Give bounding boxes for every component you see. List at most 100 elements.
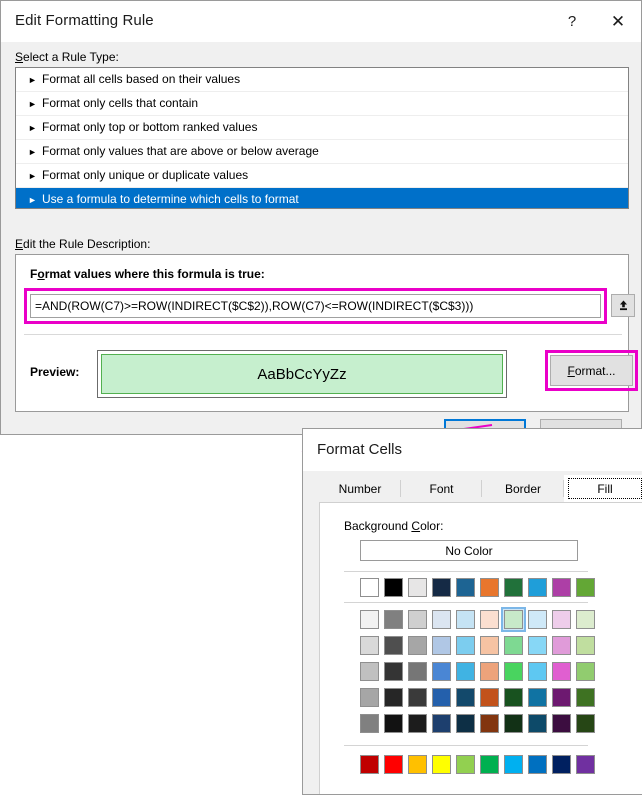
- tint-color-swatch[interactable]: [504, 714, 523, 733]
- standard-color-swatch[interactable]: [456, 755, 475, 774]
- bullet-arrow-icon: ►: [28, 69, 42, 92]
- close-icon[interactable]: ✕: [595, 1, 641, 42]
- standard-color-swatch[interactable]: [408, 755, 427, 774]
- tab-fill[interactable]: Fill: [564, 475, 642, 502]
- tint-color-swatch[interactable]: [528, 636, 547, 655]
- tint-color-swatch[interactable]: [432, 610, 451, 629]
- tint-color-swatch[interactable]: [384, 610, 403, 629]
- tint-color-swatch[interactable]: [360, 610, 379, 629]
- tint-color-swatch[interactable]: [552, 662, 571, 681]
- standard-color-swatch[interactable]: [480, 755, 499, 774]
- rule-type-item[interactable]: ►Format only unique or duplicate values: [16, 164, 628, 188]
- standard-color-swatch[interactable]: [432, 755, 451, 774]
- tint-color-swatch[interactable]: [456, 688, 475, 707]
- formula-label-rest: rmat values where this formula is true:: [45, 267, 265, 281]
- tint-color-swatch[interactable]: [552, 688, 571, 707]
- tint-color-swatch[interactable]: [456, 636, 475, 655]
- theme-color-swatch[interactable]: [456, 578, 475, 597]
- theme-color-swatch[interactable]: [360, 578, 379, 597]
- tint-color-swatch[interactable]: [552, 714, 571, 733]
- preview-label: Preview:: [30, 365, 79, 379]
- standard-color-swatch[interactable]: [384, 755, 403, 774]
- rule-type-item-selected[interactable]: ►Use a formula to determine which cells …: [16, 188, 628, 209]
- tint-color-swatch[interactable]: [432, 636, 451, 655]
- tint-color-swatch[interactable]: [408, 688, 427, 707]
- tint-color-swatch[interactable]: [432, 714, 451, 733]
- formula-input[interactable]: [30, 294, 601, 318]
- tint-color-swatch[interactable]: [552, 610, 571, 629]
- bullet-arrow-icon: ►: [28, 117, 42, 140]
- tint-color-swatch[interactable]: [576, 714, 595, 733]
- standard-color-swatch[interactable]: [360, 755, 379, 774]
- tint-color-swatch[interactable]: [384, 714, 403, 733]
- preview-box: AaBbCcYyZz: [97, 350, 507, 398]
- tint-color-swatch[interactable]: [360, 714, 379, 733]
- tint-color-swatch[interactable]: [456, 610, 475, 629]
- tint-color-swatch[interactable]: [528, 688, 547, 707]
- rule-type-label-rest: elect a Rule Type:: [23, 50, 119, 64]
- tab-border[interactable]: Border: [482, 475, 564, 502]
- theme-color-swatch[interactable]: [384, 578, 403, 597]
- tint-color-swatch[interactable]: [480, 714, 499, 733]
- tint-color-swatch[interactable]: [504, 688, 523, 707]
- tint-color-swatch[interactable]: [408, 662, 427, 681]
- rule-type-item[interactable]: ►Format only values that are above or be…: [16, 140, 628, 164]
- tint-color-swatch[interactable]: [360, 688, 379, 707]
- standard-color-swatch[interactable]: [528, 755, 547, 774]
- tint-color-swatch[interactable]: [456, 662, 475, 681]
- tint-color-swatch[interactable]: [384, 688, 403, 707]
- theme-color-swatch[interactable]: [480, 578, 499, 597]
- tint-color-swatch[interactable]: [528, 662, 547, 681]
- format-button-label: Format...: [567, 364, 615, 378]
- tint-color-swatch[interactable]: [528, 610, 547, 629]
- rule-type-item[interactable]: ►Format all cells based on their values: [16, 68, 628, 92]
- rule-type-list[interactable]: ►Format all cells based on their values …: [15, 67, 629, 209]
- tint-color-swatch[interactable]: [528, 714, 547, 733]
- tint-color-swatch[interactable]: [480, 662, 499, 681]
- tint-color-swatch[interactable]: [552, 636, 571, 655]
- tint-color-swatch[interactable]: [432, 688, 451, 707]
- formula-field-highlight: [24, 288, 607, 324]
- tint-color-swatch[interactable]: [408, 610, 427, 629]
- tint-color-swatch[interactable]: [408, 714, 427, 733]
- theme-color-swatch[interactable]: [408, 578, 427, 597]
- standard-color-swatch[interactable]: [504, 755, 523, 774]
- tint-color-swatch[interactable]: [576, 688, 595, 707]
- theme-color-swatch[interactable]: [432, 578, 451, 597]
- theme-color-swatch[interactable]: [504, 578, 523, 597]
- theme-color-swatch[interactable]: [576, 578, 595, 597]
- format-cells-tabs: Number Font Border Fill: [319, 475, 642, 502]
- tab-number[interactable]: Number: [319, 475, 401, 502]
- format-button[interactable]: Format...: [550, 355, 633, 386]
- rule-description-panel: Format values where this formula is true…: [15, 254, 629, 412]
- tint-color-swatch[interactable]: [480, 636, 499, 655]
- tint-color-swatch[interactable]: [504, 636, 523, 655]
- tint-color-swatch[interactable]: [384, 636, 403, 655]
- help-icon[interactable]: ?: [549, 1, 595, 42]
- rule-type-item[interactable]: ►Format only cells that contain: [16, 92, 628, 116]
- tint-color-swatch[interactable]: [360, 662, 379, 681]
- tint-color-swatch[interactable]: [576, 662, 595, 681]
- no-color-button[interactable]: No Color: [360, 540, 578, 561]
- rule-type-item[interactable]: ►Format only top or bottom ranked values: [16, 116, 628, 140]
- tab-font[interactable]: Font: [401, 475, 482, 502]
- format-cells-title-bar: Format Cells: [303, 429, 642, 471]
- standard-color-swatch[interactable]: [552, 755, 571, 774]
- standard-color-swatch[interactable]: [576, 755, 595, 774]
- tint-color-swatch[interactable]: [456, 714, 475, 733]
- tint-color-swatch[interactable]: [480, 610, 499, 629]
- bullet-arrow-icon: ►: [28, 189, 42, 209]
- tint-color-swatch[interactable]: [384, 662, 403, 681]
- tint-color-swatch[interactable]: [576, 636, 595, 655]
- tint-color-swatch[interactable]: [408, 636, 427, 655]
- rule-type-item-label: Use a formula to determine which cells t…: [42, 192, 299, 206]
- theme-color-swatch[interactable]: [528, 578, 547, 597]
- tint-color-swatch[interactable]: [576, 610, 595, 629]
- collapse-dialog-icon[interactable]: [611, 294, 635, 317]
- tint-color-swatch[interactable]: [360, 636, 379, 655]
- tint-color-swatch[interactable]: [480, 688, 499, 707]
- tint-color-swatch[interactable]: [504, 662, 523, 681]
- tint-color-swatch[interactable]: [432, 662, 451, 681]
- tint-color-swatch-selected[interactable]: [504, 610, 523, 629]
- theme-color-swatch[interactable]: [552, 578, 571, 597]
